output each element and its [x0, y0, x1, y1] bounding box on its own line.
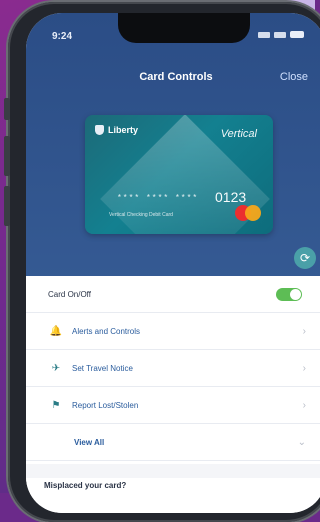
- shield-icon: [95, 125, 104, 135]
- volume-up-button: [4, 136, 10, 176]
- bell-icon: 🔔: [49, 325, 63, 337]
- airplane-icon: ✈: [51, 362, 61, 374]
- card-brand: Vertical: [220, 128, 257, 140]
- card-on-off-label: Card On/Off: [48, 289, 91, 299]
- status-icons: [258, 31, 304, 38]
- alerts-and-controls-row[interactable]: 🔔 Alerts and Controls ›: [26, 313, 320, 350]
- mastercard-logo: [235, 205, 261, 221]
- report-lost-stolen-row[interactable]: ⚑ Report Lost/Stolen ›: [26, 387, 320, 424]
- phone-screen: 9:24 Card Controls Close Liberty Vertica…: [26, 13, 320, 513]
- card-bank-name: Liberty: [108, 125, 139, 135]
- close-button[interactable]: Close: [280, 71, 308, 83]
- card-on-off-row: Card On/Off: [26, 276, 320, 313]
- flip-icon: ⟳: [299, 251, 311, 265]
- wifi-icon: [274, 31, 286, 38]
- view-all-link[interactable]: View All: [74, 438, 104, 447]
- card-on-off-toggle[interactable]: [276, 287, 302, 301]
- chevron-right-icon: ›: [302, 362, 306, 374]
- chevron-right-icon: ›: [302, 399, 306, 411]
- card-flip-button[interactable]: ⟳: [294, 247, 316, 269]
- view-all-row[interactable]: View All ⌄: [26, 424, 320, 461]
- flag-icon: ⚑: [51, 399, 61, 411]
- card-number-masked: **** **** ****: [117, 194, 199, 203]
- misplaced-card-heading: Misplaced your card?: [44, 481, 127, 490]
- chevron-right-icon: ›: [302, 325, 306, 337]
- battery-icon: [290, 31, 304, 38]
- chevron-down-icon: ⌄: [297, 436, 306, 448]
- controls-panel: Card On/Off 🔔 Alerts and Controls › ✈ Se…: [26, 276, 320, 513]
- travel-notice-row[interactable]: ✈ Set Travel Notice ›: [26, 350, 320, 387]
- signal-icon: [258, 31, 270, 38]
- phone-frame: 9:24 Card Controls Close Liberty Vertica…: [4, 2, 320, 522]
- status-time: 9:24: [52, 31, 73, 42]
- notch: [118, 13, 250, 43]
- alerts-and-controls-label: Alerts and Controls: [72, 326, 141, 336]
- card-type-name: Vertical Checking Debit Card: [109, 212, 173, 218]
- travel-notice-label: Set Travel Notice: [72, 363, 133, 373]
- debit-card-image: Liberty Vertical **** **** **** 0123 Ver…: [85, 115, 273, 234]
- report-lost-stolen-label: Report Lost/Stolen: [72, 400, 139, 410]
- card-bank-logo: Liberty: [95, 125, 138, 135]
- page-title: Card Controls: [139, 71, 213, 83]
- mute-switch: [4, 98, 10, 120]
- volume-down-button: [4, 186, 10, 226]
- card-last-four: 0123: [215, 189, 247, 205]
- section-divider: [26, 464, 320, 478]
